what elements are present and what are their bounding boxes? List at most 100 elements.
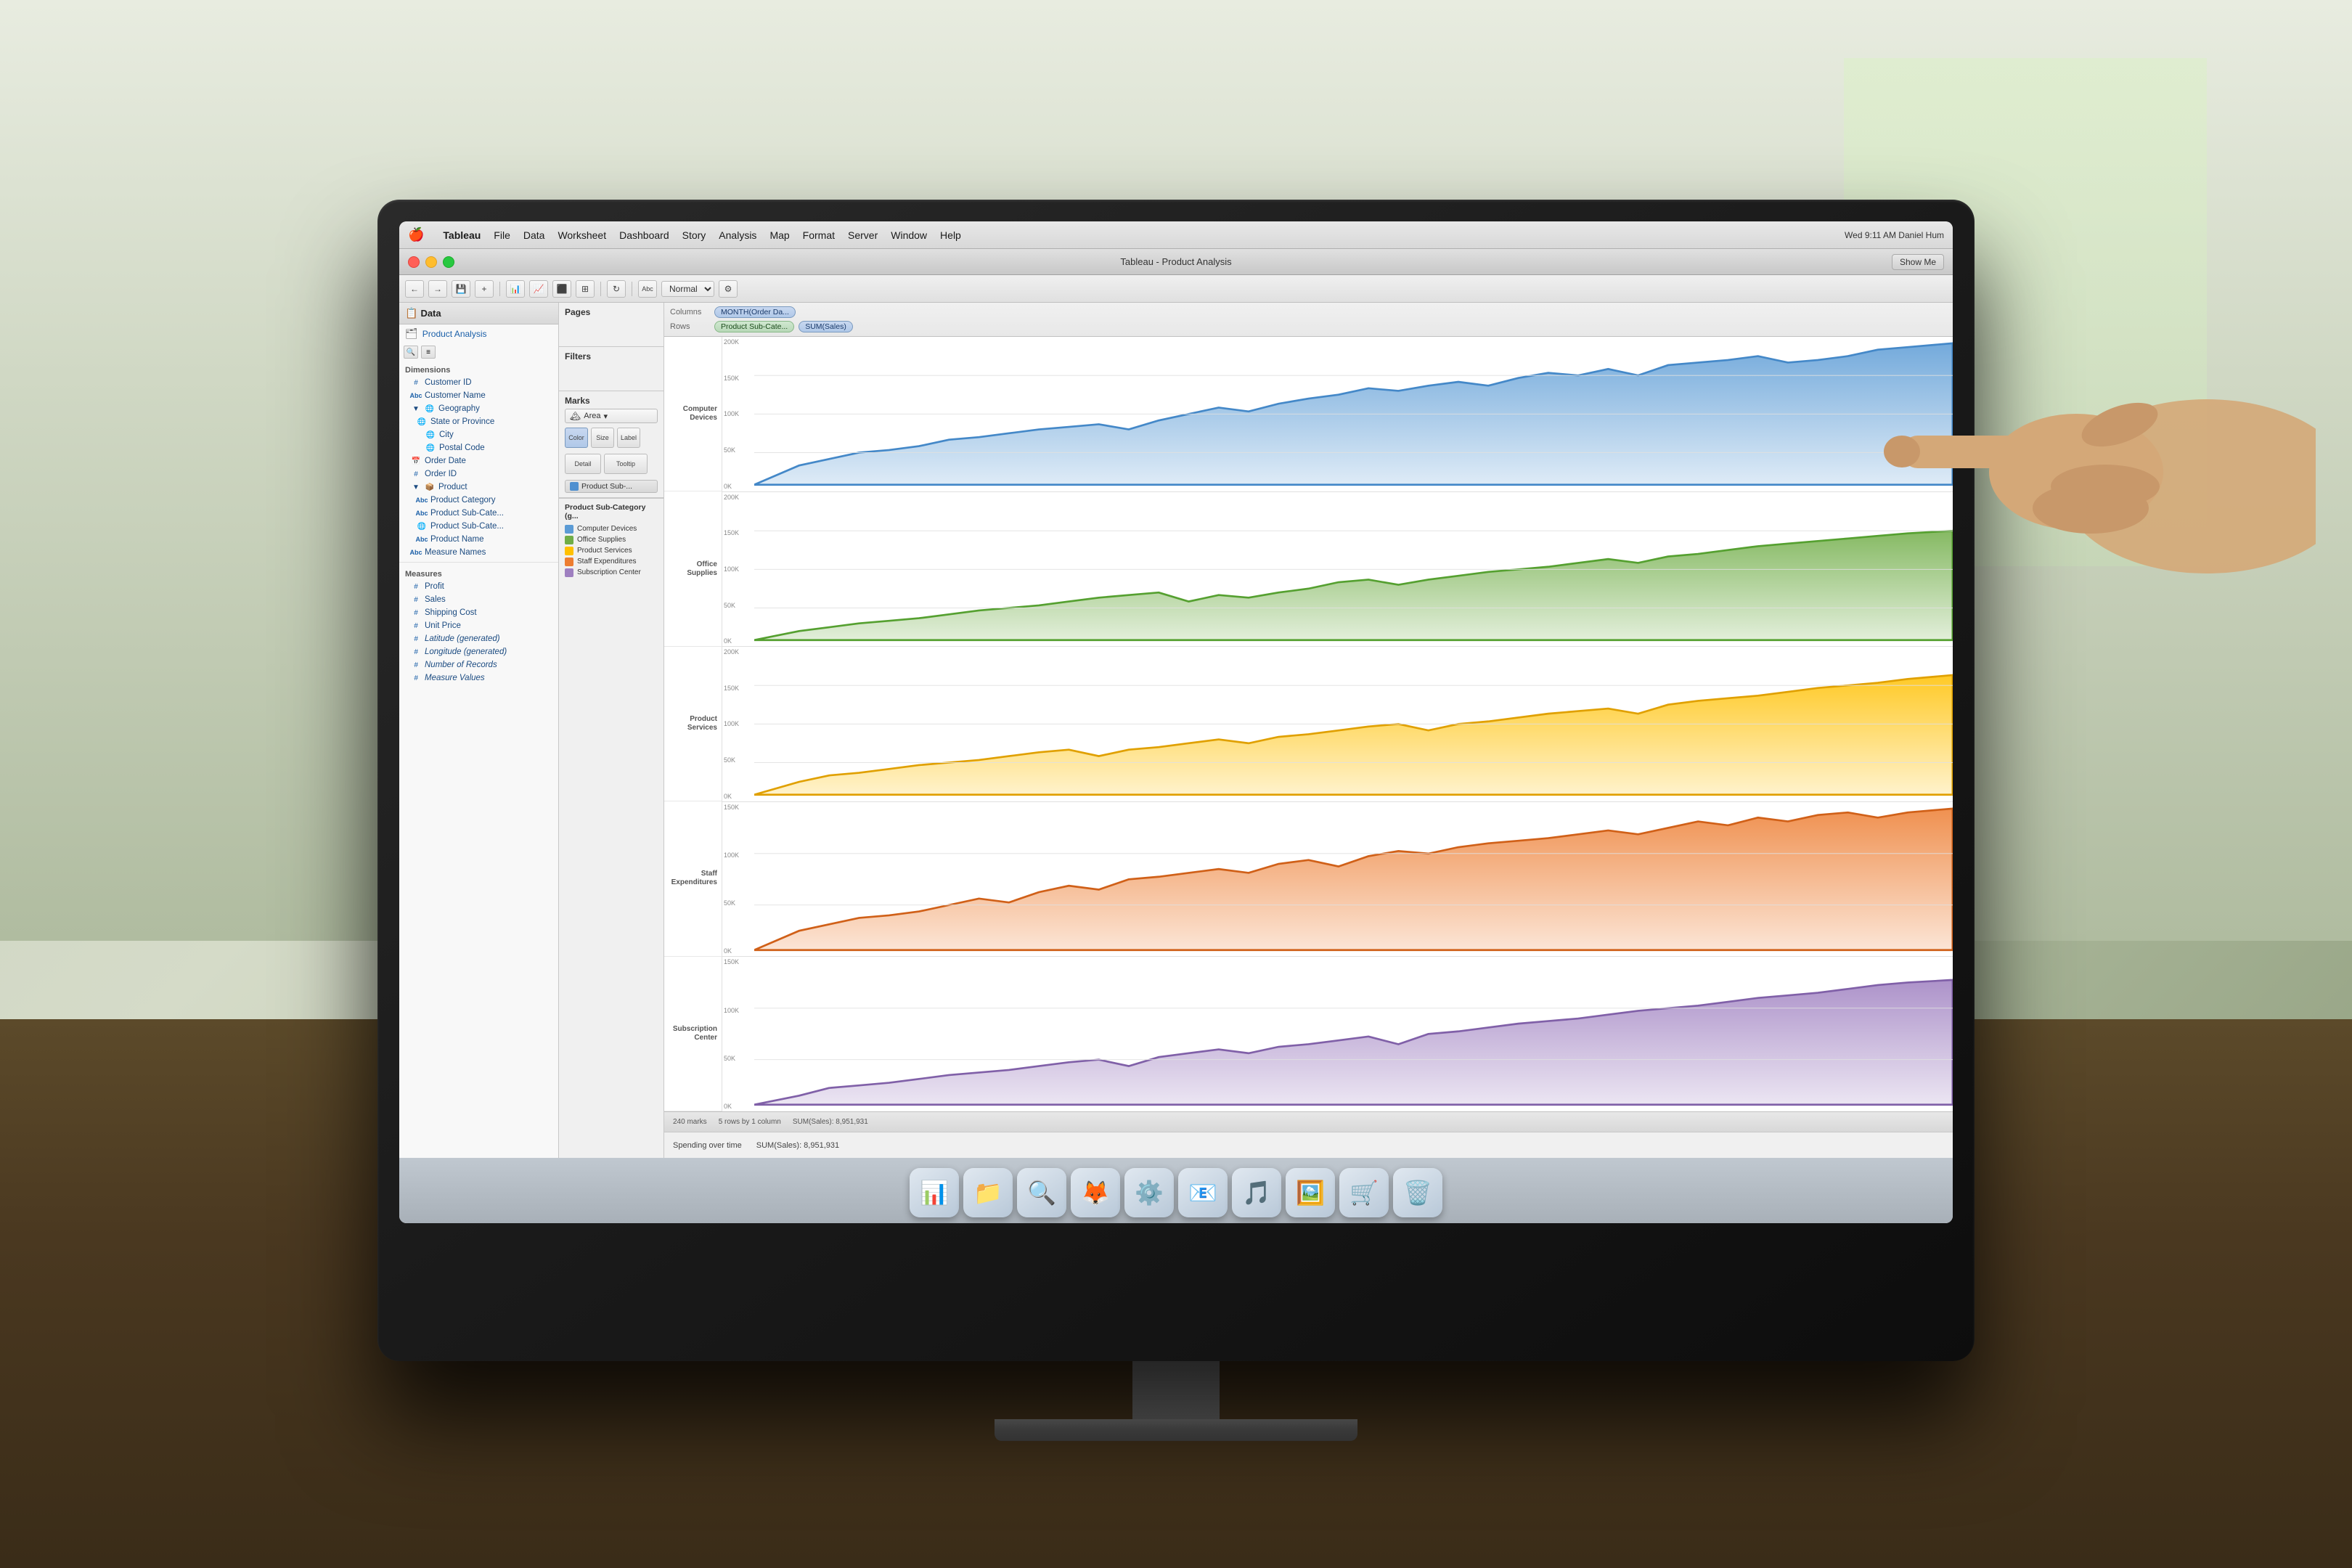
menu-format[interactable]: Format (803, 229, 835, 241)
filters-empty (565, 364, 658, 386)
color-button[interactable]: Color (565, 428, 588, 448)
dim-geography[interactable]: ▼ 🌐 Geography (399, 402, 558, 415)
dim-order-date[interactable]: 📅 Order Date (399, 454, 558, 467)
legend-item-subscription[interactable]: Subscription Center (565, 567, 658, 578)
y-axis-product: 200K 150K 100K 50K 0K (724, 647, 753, 801)
dock-item-5[interactable]: ⚙️ (1124, 1168, 1174, 1217)
footer-title: Spending over time (673, 1141, 742, 1150)
meas-values[interactable]: # Measure Values (399, 671, 558, 685)
chart-band-subscription: 150K 100K 50K 0K (722, 957, 1953, 1111)
settings-btn[interactable]: ⚙ (719, 280, 738, 298)
panel-search-row: 🔍 ≡ (399, 343, 558, 362)
size-button[interactable]: Size (591, 428, 614, 448)
dock-item-7[interactable]: 🎵 (1232, 1168, 1281, 1217)
dim-product-subcate2[interactable]: 🌐 Product Sub-Cate... (399, 520, 558, 533)
search-button[interactable]: 🔍 (404, 346, 418, 359)
dim-state-province[interactable]: 🌐 State or Province (399, 415, 558, 428)
maximize-button[interactable] (443, 256, 454, 268)
show-me-button[interactable]: Show Me (1892, 254, 1944, 270)
dock-item-1[interactable]: 📊 (910, 1168, 959, 1217)
hash-icon6: # (411, 621, 421, 631)
legend-item-computer-devices[interactable]: Computer Devices (565, 523, 658, 534)
rows-pill2[interactable]: SUM(Sales) (799, 321, 853, 332)
menu-data[interactable]: Data (523, 229, 545, 241)
dim-customer-id[interactable]: # Customer ID (399, 376, 558, 389)
close-button[interactable] (408, 256, 420, 268)
meas-longitude[interactable]: # Longitude (generated) (399, 645, 558, 658)
save-button[interactable]: 💾 (452, 280, 470, 298)
legend-item-product-services[interactable]: Product Services (565, 545, 658, 556)
filters-section: Filters (559, 347, 663, 391)
menu-analysis[interactable]: Analysis (719, 229, 756, 241)
dock: 📊 📁 🔍 🦊 ⚙️ 📧 🎵 🖼️ 🛒 🗑️ (399, 1158, 1953, 1223)
dock-item-3[interactable]: 🔍 (1017, 1168, 1066, 1217)
chart-btn2[interactable]: 📈 (529, 280, 548, 298)
dock-item-6[interactable]: 📧 (1178, 1168, 1228, 1217)
mac-menubar: 🍎 Tableau File Data Worksheet Dashboard … (399, 221, 1953, 249)
legend-item-office-supplies[interactable]: Office Supplies (565, 534, 658, 545)
menu-window[interactable]: Window (891, 229, 927, 241)
refresh-btn[interactable]: ↻ (607, 280, 626, 298)
dim-measure-names[interactable]: Abc Measure Names (399, 546, 558, 559)
menu-worksheet[interactable]: Worksheet (558, 229, 606, 241)
meas-shipping[interactable]: # Shipping Cost (399, 606, 558, 619)
meas-latitude[interactable]: # Latitude (generated) (399, 632, 558, 645)
dim-customer-name[interactable]: Abc Customer Name (399, 389, 558, 402)
dim-product-category[interactable]: Abc Product Category (399, 494, 558, 507)
data-source-row[interactable]: 🗂 Product Analysis (399, 324, 558, 343)
y-axis-office: 200K 150K 100K 50K 0K (724, 492, 753, 647)
dock-item-10[interactable]: 🗑️ (1393, 1168, 1442, 1217)
globe-icon2: 🌐 (417, 417, 427, 427)
dim-product[interactable]: ▼ 📦 Product (399, 481, 558, 494)
chart-btn1[interactable]: 📊 (506, 280, 525, 298)
legend-color-staff (565, 558, 573, 566)
new-button[interactable]: + (475, 280, 494, 298)
dock-item-4[interactable]: 🦊 (1071, 1168, 1120, 1217)
forward-button[interactable]: → (428, 280, 447, 298)
row-label-product: ProductServices (664, 647, 722, 801)
dock-item-8[interactable]: 🖼️ (1286, 1168, 1335, 1217)
dim-city[interactable]: 🌐 City (399, 428, 558, 441)
dim-product-subcate1[interactable]: Abc Product Sub-Cate... (399, 507, 558, 520)
menubar-right: Wed 9:11 AM Daniel Hum (1845, 230, 1944, 240)
legend-item-staff-exp[interactable]: Staff Expenditures (565, 556, 658, 567)
marks-type-dropdown[interactable]: 🏔 Area ▾ (565, 409, 658, 423)
chart-btn3[interactable]: ⬛ (552, 280, 571, 298)
y-axis-subscription: 150K 100K 50K 0K (724, 957, 753, 1111)
menu-server[interactable]: Server (848, 229, 878, 241)
menu-help[interactable]: Help (940, 229, 961, 241)
columns-pill[interactable]: MONTH(Order Da... (714, 306, 796, 318)
menu-story[interactable]: Story (682, 229, 706, 241)
tooltip-button[interactable]: Tooltip (604, 454, 648, 474)
dim-postal-code[interactable]: 🌐 Postal Code (399, 441, 558, 454)
menu-file[interactable]: File (494, 229, 510, 241)
back-button[interactable]: ← (405, 280, 424, 298)
meas-num-records[interactable]: # Number of Records (399, 658, 558, 671)
detail-button[interactable]: Detail (565, 454, 601, 474)
dock-item-9[interactable]: 🛒 (1339, 1168, 1389, 1217)
dock-item-2[interactable]: 📁 (963, 1168, 1013, 1217)
marks-pill[interactable]: Product Sub-... (565, 480, 658, 493)
minimize-button[interactable] (425, 256, 437, 268)
rows-pill1[interactable]: Product Sub-Cate... (714, 321, 794, 332)
abc-label: Abc (638, 280, 657, 298)
toolbar-sep2 (600, 282, 601, 296)
dim-product-name[interactable]: Abc Product Name (399, 533, 558, 546)
dim-order-id[interactable]: # Order ID (399, 467, 558, 481)
globe-icon4: 🌐 (425, 443, 436, 453)
sort-button[interactable]: ≡ (421, 346, 436, 359)
menu-tableau[interactable]: Tableau (443, 229, 481, 241)
label-button[interactable]: Label (617, 428, 640, 448)
apple-logo-icon[interactable]: 🍎 (408, 227, 424, 242)
hash-icon: # (411, 377, 421, 388)
chart-btn4[interactable]: ⊞ (576, 280, 595, 298)
legend-label-computer: Computer Devices (577, 525, 637, 533)
dropdown-arrow-icon: ▾ (603, 412, 608, 421)
menu-dashboard[interactable]: Dashboard (619, 229, 669, 241)
normal-dropdown[interactable]: Normal (661, 281, 714, 297)
meas-sales[interactable]: # Sales (399, 593, 558, 606)
abc-icon5: Abc (411, 547, 421, 558)
meas-profit[interactable]: # Profit (399, 580, 558, 593)
menu-map[interactable]: Map (769, 229, 789, 241)
meas-unit-price[interactable]: # Unit Price (399, 619, 558, 632)
